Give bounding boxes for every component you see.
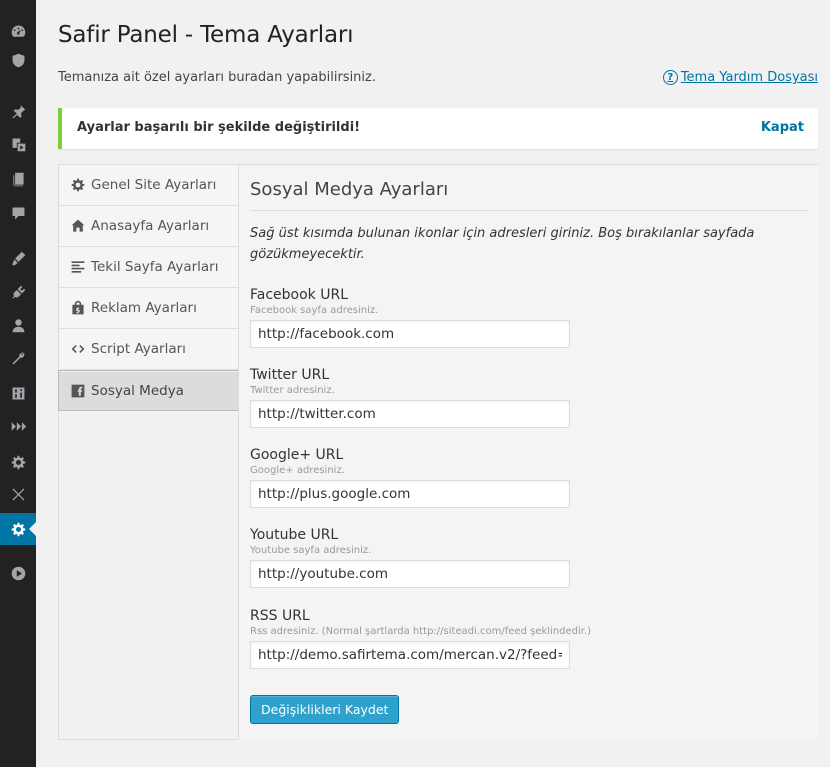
settings-panel: Genel Site Ayarları Anasayfa Ayarları Te… (58, 164, 818, 740)
shield-icon[interactable] (0, 44, 36, 76)
page-title: Safir Panel - Tema Ayarları (58, 22, 354, 48)
tab-label: Script Ayarları (91, 341, 186, 357)
text-lines-icon (71, 261, 85, 273)
gear-icon[interactable] (0, 446, 36, 478)
field-hint: Google+ adresiniz. (250, 465, 345, 476)
shopping-bag-icon (72, 300, 84, 315)
help-icon: ? (662, 70, 678, 85)
twitter-url-field: Twitter URL Twitter adresiniz. (250, 367, 810, 428)
tab-homepage[interactable]: Anasayfa Ayarları (59, 206, 239, 247)
success-notice: Ayarlar başarılı bir şekilde değiştirild… (58, 108, 818, 149)
pages-icon[interactable] (0, 163, 36, 195)
users-icon[interactable] (0, 309, 36, 341)
field-hint: Rss adresiniz. (Normal şartlarda http://… (250, 626, 592, 637)
collapse-icon[interactable] (0, 410, 36, 442)
tab-label: Genel Site Ayarları (91, 177, 217, 193)
google-plus-url-field: Google+ URL Google+ adresiniz. (250, 447, 810, 508)
play-icon[interactable] (0, 557, 36, 589)
save-changes-button[interactable]: Değişiklikleri Kaydet (250, 695, 400, 724)
facebook-url-field: Facebook URL Facebook sayfa adresiniz. (250, 287, 810, 348)
twitter-url-input[interactable] (250, 400, 570, 428)
field-label: Youtube URL (250, 527, 339, 543)
comments-icon[interactable] (0, 197, 36, 229)
help-link-label: Tema Yardım Dosyası (680, 70, 818, 85)
youtube-url-input[interactable] (250, 560, 570, 588)
rss-url-field: RSS URL Rss adresiniz. (Normal şartlarda… (250, 608, 810, 669)
section-description: Sağ üst kısımda bulunan ikonlar için adr… (250, 226, 755, 262)
field-hint: Youtube sayfa adresiniz. (250, 545, 372, 556)
tab-social-media[interactable]: Sosyal Medya (58, 370, 239, 411)
appearance-icon[interactable] (0, 242, 36, 274)
rss-url-input[interactable] (250, 641, 570, 669)
settings-tabs: Genel Site Ayarları Anasayfa Ayarları Te… (58, 165, 239, 411)
field-label: Facebook URL (250, 287, 349, 303)
settings-icon[interactable] (0, 377, 36, 409)
field-label: Google+ URL (250, 447, 344, 463)
field-label: Twitter URL (250, 367, 330, 383)
youtube-url-field: Youtube URL Youtube sayfa adresiniz. (250, 527, 810, 588)
tab-single-page[interactable]: Tekil Sayfa Ayarları (59, 247, 239, 288)
admin-sidebar (0, 0, 36, 767)
tab-label: Anasayfa Ayarları (91, 218, 210, 234)
field-hint: Facebook sayfa adresiniz. (250, 305, 379, 316)
help-link[interactable]: ? Tema Yardım Dosyası (662, 70, 818, 85)
pin-icon[interactable] (0, 95, 36, 127)
tab-label: Tekil Sayfa Ayarları (91, 259, 219, 275)
tools-icon[interactable] (0, 342, 36, 374)
tab-script[interactable]: Script Ayarları (59, 329, 239, 370)
theme-settings-icon[interactable] (0, 513, 36, 545)
gear-icon (71, 178, 85, 192)
home-icon (71, 219, 85, 232)
dashboard-icon[interactable] (0, 15, 36, 47)
plugins-icon[interactable] (0, 276, 36, 308)
field-label: RSS URL (250, 608, 310, 624)
tab-content: Sosyal Medya Ayarları Sağ üst kısımda bu… (238, 165, 818, 740)
tab-label: Reklam Ayarları (91, 300, 197, 316)
tab-ads[interactable]: Reklam Ayarları (59, 288, 239, 329)
tab-general[interactable]: Genel Site Ayarları (59, 165, 239, 206)
wrench-icon[interactable] (0, 478, 36, 510)
media-icon[interactable] (0, 128, 36, 160)
google-plus-url-input[interactable] (250, 480, 570, 508)
facebook-icon (71, 384, 85, 397)
field-hint: Twitter adresiniz. (250, 385, 335, 396)
page-subtitle: Temanıza ait özel ayarları buradan yapab… (58, 70, 376, 85)
tab-label: Sosyal Medya (91, 382, 184, 399)
notice-message: Ayarlar başarılı bir şekilde değiştirild… (77, 120, 361, 135)
notice-dismiss-link[interactable]: Kapat (761, 120, 804, 135)
code-icon (71, 345, 85, 353)
section-title: Sosyal Medya Ayarları (250, 179, 807, 211)
facebook-url-input[interactable] (250, 320, 570, 348)
